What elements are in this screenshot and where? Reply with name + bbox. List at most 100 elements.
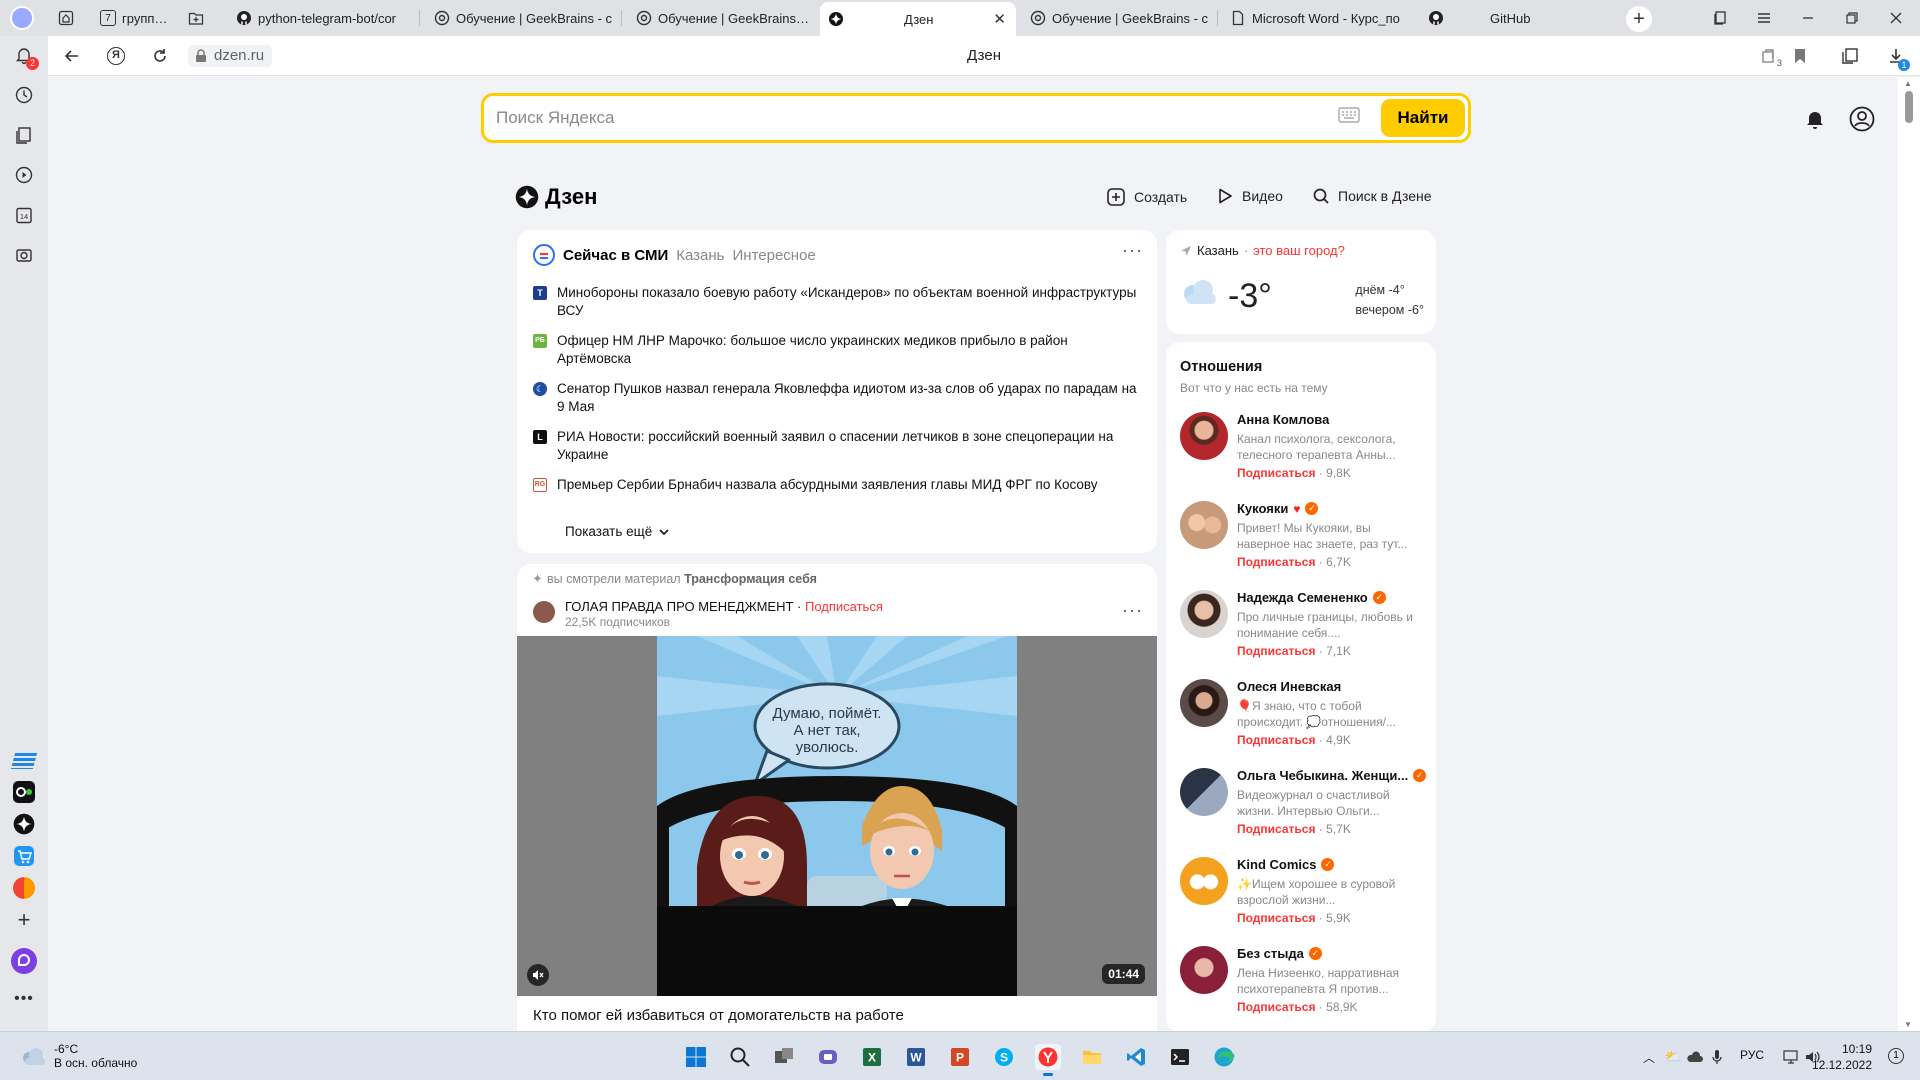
- tab-python-telegram-bot[interactable]: python-telegram-bot/cor: [228, 4, 420, 32]
- more-button[interactable]: •••: [11, 986, 37, 1012]
- app-market-button[interactable]: [11, 843, 37, 869]
- extensions-button[interactable]: 3: [1758, 44, 1782, 68]
- news-item[interactable]: ☾ Сенатор Пушков назвал генерала Яковлеф…: [533, 380, 1143, 416]
- channel-subscribe-link[interactable]: Подписаться: [805, 599, 883, 614]
- channel-suggestion[interactable]: Без стыда ✓ Лена Низеенко, нарративная пс…: [1180, 946, 1426, 1028]
- news-item[interactable]: RG Премьер Сербии Брнабич назвала абсурд…: [533, 476, 1143, 494]
- clock[interactable]: 10:19 12.12.2022: [1812, 1041, 1872, 1073]
- back-button[interactable]: [60, 44, 84, 68]
- subscribe-link[interactable]: Подписаться: [1237, 466, 1315, 480]
- news-tab-kazan[interactable]: Казань: [676, 247, 724, 264]
- news-item[interactable]: РБ Офицер НМ ЛНР Марочко: большое число …: [533, 332, 1143, 368]
- teams-chat-button[interactable]: [815, 1044, 841, 1070]
- word-button[interactable]: W: [903, 1044, 929, 1070]
- taskbar-weather[interactable]: -6°C В осн. облачно: [20, 1042, 137, 1070]
- show-more-button[interactable]: Показать ещё: [565, 524, 670, 539]
- subscribe-link[interactable]: Подписаться: [1237, 911, 1315, 925]
- app-toggle-button[interactable]: [11, 779, 37, 805]
- reload-button[interactable]: [148, 44, 172, 68]
- news-title[interactable]: Сейчас в СМИ: [563, 247, 668, 264]
- bookmark-button[interactable]: [1788, 44, 1812, 68]
- subscribe-link[interactable]: Подписаться: [1237, 1000, 1315, 1014]
- screenshot-button[interactable]: [11, 242, 37, 268]
- news-item[interactable]: T Минобороны показало боевую работу «Иск…: [533, 284, 1143, 320]
- menu-button[interactable]: [1752, 6, 1776, 30]
- tab-geekbrains-1[interactable]: Обучение | GeekBrains - с: [426, 4, 622, 32]
- tab-github[interactable]: GitHub: [1420, 4, 1616, 32]
- notification-center-badge[interactable]: 1: [1888, 1048, 1904, 1064]
- news-more-menu-icon[interactable]: ···: [1122, 240, 1143, 261]
- app-messenger-button[interactable]: [10, 748, 38, 774]
- channel-suggestion[interactable]: Надежда Семененко ✓ Про личные границы, л…: [1180, 590, 1426, 672]
- scroll-up-arrow-icon[interactable]: ▲: [1904, 79, 1912, 88]
- downloads-button[interactable]: 1: [1884, 44, 1910, 71]
- search-button[interactable]: Найти: [1381, 99, 1465, 137]
- tab-new-group[interactable]: [180, 4, 214, 32]
- url-field[interactable]: dzen.ru: [188, 45, 273, 67]
- subscribe-link[interactable]: Подписаться: [1237, 555, 1315, 569]
- calendar-button[interactable]: 14: [11, 202, 37, 228]
- page-scrollbar[interactable]: ▲ ▼: [1898, 77, 1920, 1031]
- add-app-button[interactable]: +: [11, 907, 37, 933]
- show-hidden-icons-button[interactable]: ︿: [1640, 1048, 1658, 1066]
- video-tab-button[interactable]: Видео: [1216, 187, 1283, 205]
- channel-suggestion[interactable]: Kind Comics ✓ ✨Ищем хорошее в суровой взр…: [1180, 857, 1426, 939]
- city-question-link[interactable]: это ваш город?: [1253, 243, 1345, 258]
- yandex-button[interactable]: Я: [104, 44, 128, 68]
- edge-button[interactable]: [1211, 1044, 1237, 1070]
- yandex-browser-button[interactable]: [1035, 1044, 1061, 1076]
- collections-sidebar-button[interactable]: [11, 122, 37, 148]
- article-title[interactable]: Кто помог ей избавиться от домогательств…: [533, 1007, 904, 1024]
- restore-button[interactable]: [1840, 6, 1864, 30]
- video-button[interactable]: [11, 162, 37, 188]
- channel-suggestion[interactable]: Олеся Иневская 🎈Я знаю, что с тобой прои…: [1180, 679, 1426, 761]
- file-explorer-button[interactable]: [1079, 1044, 1105, 1070]
- app-orange-button[interactable]: [11, 875, 37, 901]
- tab-home[interactable]: [50, 4, 84, 32]
- input-language[interactable]: РУС: [1740, 1048, 1764, 1062]
- scroll-down-arrow-icon[interactable]: ▼: [1904, 1020, 1912, 1029]
- collection-add-button[interactable]: [1838, 44, 1862, 68]
- channel-suggestion[interactable]: Кукояки ♥ ✓ Привет! Мы Кукояки, вы наверно…: [1180, 501, 1426, 583]
- alice-button[interactable]: [11, 948, 37, 974]
- dzen-search-button[interactable]: Поиск в Дзене: [1312, 187, 1432, 205]
- profile-button[interactable]: [1849, 106, 1875, 132]
- onedrive-icon[interactable]: [1686, 1048, 1704, 1066]
- scrollbar-thumb[interactable]: [1905, 91, 1913, 123]
- taskbar-search-button[interactable]: [727, 1044, 753, 1070]
- channel-suggestion[interactable]: Анна Комлова Канал психолога, сексолога,…: [1180, 412, 1426, 494]
- dzen-logo[interactable]: Дзен: [515, 184, 597, 210]
- news-item[interactable]: L РИА Новости: российский военный заявил…: [533, 428, 1143, 464]
- video-player[interactable]: Думаю, поймёт. А нет так, уволюсь. 01:44: [517, 636, 1157, 996]
- close-window-button[interactable]: [1884, 6, 1908, 30]
- article-more-menu-icon[interactable]: ···: [1122, 600, 1143, 621]
- start-button[interactable]: [683, 1044, 709, 1070]
- collections-button[interactable]: [1708, 6, 1732, 30]
- subscribe-link[interactable]: Подписаться: [1237, 644, 1315, 658]
- history-button[interactable]: [11, 82, 37, 108]
- channel-name[interactable]: ГОЛАЯ ПРАВДА ПРО МЕНЕДЖМЕНТ: [565, 599, 793, 614]
- tab-dzen[interactable]: Дзен ✕: [820, 2, 1016, 36]
- keyboard-icon[interactable]: [1338, 107, 1360, 123]
- tab-geekbrains-3[interactable]: Обучение | GeekBrains - с: [1022, 4, 1218, 32]
- viewed-title[interactable]: Трансформация себя: [684, 572, 817, 586]
- channel-avatar[interactable]: [533, 601, 555, 623]
- search-input[interactable]: [496, 105, 1276, 131]
- close-tab-icon[interactable]: ✕: [993, 10, 1006, 28]
- terminal-button[interactable]: [1167, 1044, 1193, 1070]
- notifications-button[interactable]: 2: [11, 42, 39, 70]
- microphone-icon[interactable]: [1708, 1048, 1726, 1066]
- profile-avatar[interactable]: [10, 6, 34, 30]
- tab-group[interactable]: 7 группа 1: [92, 4, 178, 32]
- weather-card[interactable]: Казань · это ваш город? -3° днём -4° веч…: [1166, 230, 1436, 334]
- news-tab-interesting[interactable]: Интересное: [733, 247, 816, 264]
- tab-msword[interactable]: Microsoft Word - Курс_по: [1222, 4, 1418, 32]
- network-icon[interactable]: [1782, 1048, 1800, 1066]
- excel-button[interactable]: X: [859, 1044, 885, 1070]
- notifications-page-button[interactable]: [1802, 106, 1828, 132]
- vscode-button[interactable]: [1123, 1044, 1149, 1070]
- mute-button[interactable]: [527, 964, 549, 986]
- tab-geekbrains-2[interactable]: Обучение | GeekBrains - с: [628, 4, 818, 32]
- create-button[interactable]: Создать: [1106, 187, 1187, 207]
- minimize-button[interactable]: [1796, 6, 1820, 30]
